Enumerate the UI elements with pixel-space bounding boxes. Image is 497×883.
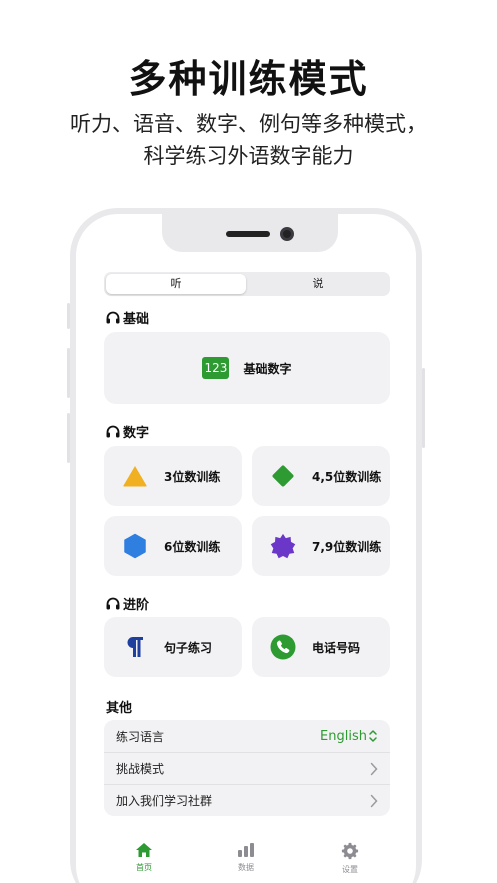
- headphones-icon: [106, 597, 120, 610]
- tab-settings-label: 设置: [342, 865, 358, 874]
- seven-nine-digit-training-label: 7,9位数训练: [312, 539, 382, 554]
- section-title-label: 基础: [123, 312, 150, 327]
- listen-speak-segmented-control: 听 说: [104, 272, 390, 296]
- settings-list: 练习语言 English 挑战模式 加入我们学习社群: [104, 720, 390, 816]
- bar-chart-icon: [238, 843, 254, 857]
- chevron-up-down-icon: [369, 730, 377, 742]
- six-digit-training-card[interactable]: 6位数训练: [104, 516, 242, 576]
- phone-notch: [162, 214, 338, 252]
- app-screen: 听 说 基础 123 基础数字 数字 3位数训练 4,5位数训练 6位数训练 7…: [76, 214, 416, 883]
- phone-side-button: [422, 368, 425, 448]
- tab-home-label: 首页: [136, 863, 152, 872]
- number-badge-icon: 123: [202, 357, 230, 379]
- section-title-advanced: 进阶: [106, 594, 149, 613]
- phone-side-button: [67, 348, 70, 398]
- practice-language-label: 练习语言: [116, 729, 165, 744]
- join-community-row[interactable]: 加入我们学习社群: [104, 784, 390, 816]
- hexagon-icon: [122, 533, 148, 559]
- tab-data-label: 数据: [238, 863, 254, 872]
- challenge-mode-label: 挑战模式: [116, 762, 165, 776]
- three-digit-training-card[interactable]: 3位数训练: [104, 446, 242, 506]
- chevron-right-icon: [370, 794, 378, 807]
- home-icon: [136, 843, 152, 857]
- headphones-icon: [106, 425, 120, 438]
- section-title-basic: 基础: [106, 308, 149, 327]
- section-title-label: 进阶: [123, 598, 150, 613]
- basic-numbers-label: 基础数字: [243, 361, 292, 376]
- tab-data[interactable]: 数据: [216, 842, 276, 873]
- six-digit-training-label: 6位数训练: [164, 539, 221, 554]
- bottom-tab-bar: 首页 数据 设置: [76, 834, 416, 883]
- phone-icon: [270, 634, 296, 660]
- basic-numbers-card[interactable]: 123 基础数字: [104, 332, 390, 404]
- join-community-label: 加入我们学习社群: [116, 794, 213, 808]
- practice-language-value: English: [320, 728, 367, 744]
- speaker-grille: [226, 231, 270, 237]
- sentence-practice-label: 句子练习: [164, 640, 213, 655]
- headphones-icon: [106, 311, 120, 324]
- star-burst-icon: [270, 533, 296, 559]
- triangle-icon: [122, 463, 148, 489]
- chevron-right-icon: [370, 762, 378, 775]
- phone-number-label: 电话号码: [312, 640, 361, 655]
- phone-side-button: [67, 303, 70, 329]
- section-title-other: 其他: [106, 701, 133, 716]
- promo-subline: 听力、语音、数字、例句等多种模式，科学练习外语数字能力: [70, 112, 427, 168]
- practice-language-row[interactable]: 练习语言 English: [104, 720, 390, 752]
- four-five-digit-training-label: 4,5位数训练: [312, 469, 382, 484]
- three-digit-training-label: 3位数训练: [164, 469, 221, 484]
- sentence-practice-card[interactable]: 句子练习: [104, 617, 242, 677]
- phone-number-card[interactable]: 电话号码: [252, 617, 390, 677]
- diamond-icon: [270, 463, 296, 489]
- tab-home[interactable]: 首页: [114, 842, 174, 873]
- gear-icon: [341, 842, 359, 860]
- practice-language-picker[interactable]: English: [320, 729, 378, 744]
- section-title-label: 数字: [123, 426, 150, 441]
- segment-listen[interactable]: 听: [106, 274, 246, 294]
- pilcrow-icon: [122, 634, 148, 660]
- segment-speak[interactable]: 说: [248, 274, 388, 294]
- phone-frame: 听 说 基础 123 基础数字 数字 3位数训练 4,5位数训练 6位数训练 7…: [67, 208, 425, 883]
- four-five-digit-training-card[interactable]: 4,5位数训练: [252, 446, 390, 506]
- front-camera: [280, 227, 294, 241]
- tab-settings[interactable]: 设置: [320, 842, 380, 875]
- section-title-numbers: 数字: [106, 422, 149, 441]
- seven-nine-digit-training-card[interactable]: 7,9位数训练: [252, 516, 390, 576]
- promo-headline: 多种训练模式: [128, 57, 369, 101]
- challenge-mode-row[interactable]: 挑战模式: [104, 752, 390, 784]
- phone-side-button: [67, 413, 70, 463]
